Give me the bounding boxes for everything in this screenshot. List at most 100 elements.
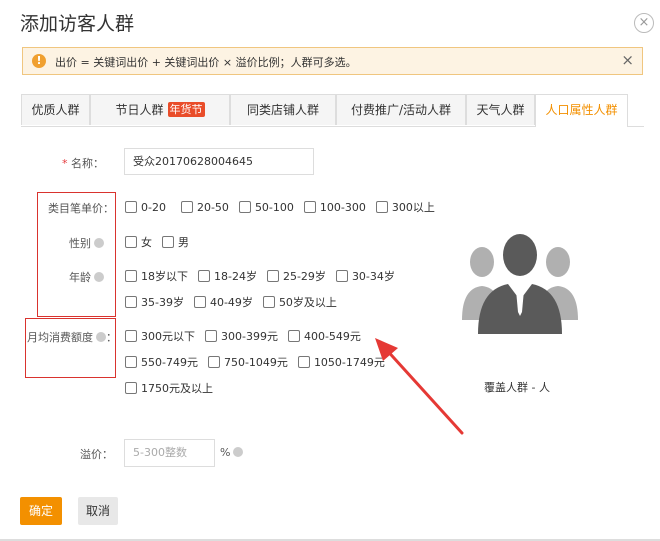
percent-sign: % — [220, 446, 231, 459]
checkbox-age-35-39[interactable]: 35-39岁 — [125, 294, 184, 310]
checkbox-age-50-plus[interactable]: 50岁及以上 — [262, 294, 337, 310]
people-group-icon — [462, 234, 578, 334]
checkbox-gender-male[interactable]: 男 — [162, 234, 189, 250]
checkbox-box[interactable] — [238, 201, 251, 213]
cancel-button[interactable]: 取消 — [78, 497, 118, 525]
gender-label-text: 性别 — [69, 237, 91, 250]
checkbox-label: 25-29岁 — [282, 270, 326, 283]
help-icon[interactable] — [94, 272, 104, 282]
warning-icon: ! — [32, 54, 46, 68]
checkbox-spend-under-300[interactable]: 300元以下 — [125, 328, 195, 344]
checkbox-label: 35-39岁 — [141, 296, 184, 309]
checkbox-label: 女 — [141, 236, 152, 249]
name-label-text: 名称： — [71, 157, 104, 170]
tab-label: 节日人群 — [115, 103, 164, 117]
tab-paid-promotion-crowd[interactable]: 付费推广/活动人群 — [336, 94, 466, 125]
festival-badge: 年货节 — [167, 102, 205, 117]
checkbox-label: 50-100 — [254, 200, 294, 214]
checkbox-box[interactable] — [125, 236, 137, 248]
name-label: * 名称： — [62, 155, 104, 171]
tab-similar-shop-crowd[interactable]: 同类店铺人群 — [230, 94, 336, 125]
close-icon[interactable]: × — [634, 13, 654, 33]
checkbox-box[interactable] — [198, 270, 210, 282]
notice-close-icon[interactable]: × — [621, 51, 634, 69]
checkbox-label: 400-549元 — [303, 330, 361, 343]
category-price-label: 类目笔单价： — [48, 202, 114, 215]
checkbox-box[interactable] — [193, 296, 206, 308]
label-colon: ： — [106, 331, 117, 344]
confirm-button[interactable]: 确定 — [20, 497, 62, 525]
checkbox-box[interactable] — [125, 330, 137, 342]
tab-weather-crowd[interactable]: 天气人群 — [466, 94, 535, 125]
checkbox-gender-female[interactable]: 女 — [125, 234, 152, 250]
checkbox-box[interactable] — [335, 270, 348, 282]
checkbox-spend-1750-plus[interactable]: 1750元及以上 — [125, 380, 213, 396]
monthly-spend-row-2: 550-749元 750-1049元 1050-1749元 — [125, 354, 392, 370]
tab-label: 优质人群 — [31, 103, 80, 117]
checkbox-box[interactable] — [375, 201, 388, 213]
checkbox-box[interactable] — [125, 356, 137, 368]
tab-bar: 优质人群 节日人群 年货节 同类店铺人群 付费推广/活动人群 天气人群 人口属性人… — [21, 94, 644, 127]
checkbox-box[interactable] — [205, 330, 217, 342]
checkbox-label: 18-24岁 — [214, 270, 257, 283]
checkbox-label: 20-50 — [196, 200, 229, 214]
tab-label: 付费推广/活动人群 — [350, 103, 452, 117]
checkbox-box[interactable] — [125, 201, 137, 213]
checkbox-box[interactable] — [207, 356, 220, 368]
notice-text: 出价 = 关键词出价 + 关键词出价 × 溢价比例；人群可多选。 — [55, 56, 357, 69]
checkbox-spend-550-749[interactable]: 550-749元 — [125, 354, 198, 370]
monthly-spend-row-3: 1750元及以上 — [125, 380, 220, 396]
checkbox-age-18-24[interactable]: 18-24岁 — [198, 268, 257, 284]
gender-label: 性别 — [69, 235, 104, 251]
checkbox-spend-750-1049[interactable]: 750-1049元 — [207, 354, 288, 370]
monthly-spend-label-text: 月均消费额度 — [27, 331, 93, 344]
checkbox-label: 18岁以下 — [141, 270, 188, 283]
tab-demographic-crowd[interactable]: 人口属性人群 — [535, 94, 628, 127]
tab-quality-crowd[interactable]: 优质人群 — [21, 94, 90, 125]
checkbox-box[interactable] — [125, 382, 137, 394]
tab-holiday-crowd[interactable]: 节日人群 年货节 — [90, 94, 230, 125]
checkbox-box[interactable] — [303, 201, 316, 213]
help-icon[interactable] — [233, 447, 244, 457]
checkbox-box[interactable] — [125, 270, 137, 282]
checkbox-box[interactable] — [287, 330, 300, 342]
checkbox-age-under-18[interactable]: 18岁以下 — [125, 268, 188, 284]
name-input[interactable]: 受众20170628004645 — [124, 148, 314, 175]
checkbox-label: 300元以下 — [141, 330, 195, 343]
age-options-row-2: 35-39岁 40-49岁 50岁及以上 — [125, 294, 344, 310]
required-mark: * — [62, 157, 68, 170]
checkbox-price-100-300[interactable]: 100-300 — [303, 200, 366, 214]
help-icon[interactable] — [94, 238, 104, 248]
checkbox-label: 300以上 — [391, 201, 435, 214]
checkbox-spend-300-399[interactable]: 300-399元 — [205, 328, 278, 344]
notice-bar: ! 出价 = 关键词出价 + 关键词出价 × 溢价比例；人群可多选。 × — [22, 47, 643, 75]
checkbox-price-20-50[interactable]: 20-50 — [180, 200, 229, 214]
premium-input[interactable]: 5-300整数 — [124, 439, 215, 467]
monthly-spend-label: 月均消费额度 ： — [27, 329, 117, 345]
checkbox-label: 750-1049元 — [223, 356, 288, 369]
checkbox-box[interactable] — [180, 201, 193, 213]
checkbox-label: 40-49岁 — [209, 296, 253, 309]
checkbox-spend-400-549[interactable]: 400-549元 — [287, 328, 361, 344]
checkbox-age-30-34[interactable]: 30-34岁 — [335, 268, 395, 284]
checkbox-age-25-29[interactable]: 25-29岁 — [266, 268, 326, 284]
checkbox-box[interactable] — [297, 356, 310, 368]
coverage-text: 覆盖人群 - 人 — [484, 381, 550, 394]
highlight-box-monthly-spend — [25, 318, 116, 378]
annotation-arrow-icon — [375, 338, 464, 435]
checkbox-box[interactable] — [266, 270, 279, 282]
help-icon[interactable] — [96, 332, 106, 342]
premium-label: 溢价： — [80, 448, 113, 461]
checkbox-price-0-20[interactable]: 0-20 — [125, 201, 166, 214]
checkbox-box[interactable] — [262, 296, 275, 308]
checkbox-price-50-100[interactable]: 50-100 — [238, 200, 294, 214]
checkbox-label: 0-20 — [141, 200, 166, 214]
checkbox-label: 100-300 — [319, 200, 366, 214]
checkbox-box[interactable] — [125, 296, 137, 308]
premium-unit: % — [220, 446, 244, 459]
tab-label: 天气人群 — [476, 103, 525, 117]
checkbox-box[interactable] — [162, 236, 174, 248]
checkbox-price-300-plus[interactable]: 300以上 — [375, 199, 435, 215]
checkbox-age-40-49[interactable]: 40-49岁 — [193, 294, 253, 310]
dialog-title: 添加访客人群 — [20, 13, 135, 35]
